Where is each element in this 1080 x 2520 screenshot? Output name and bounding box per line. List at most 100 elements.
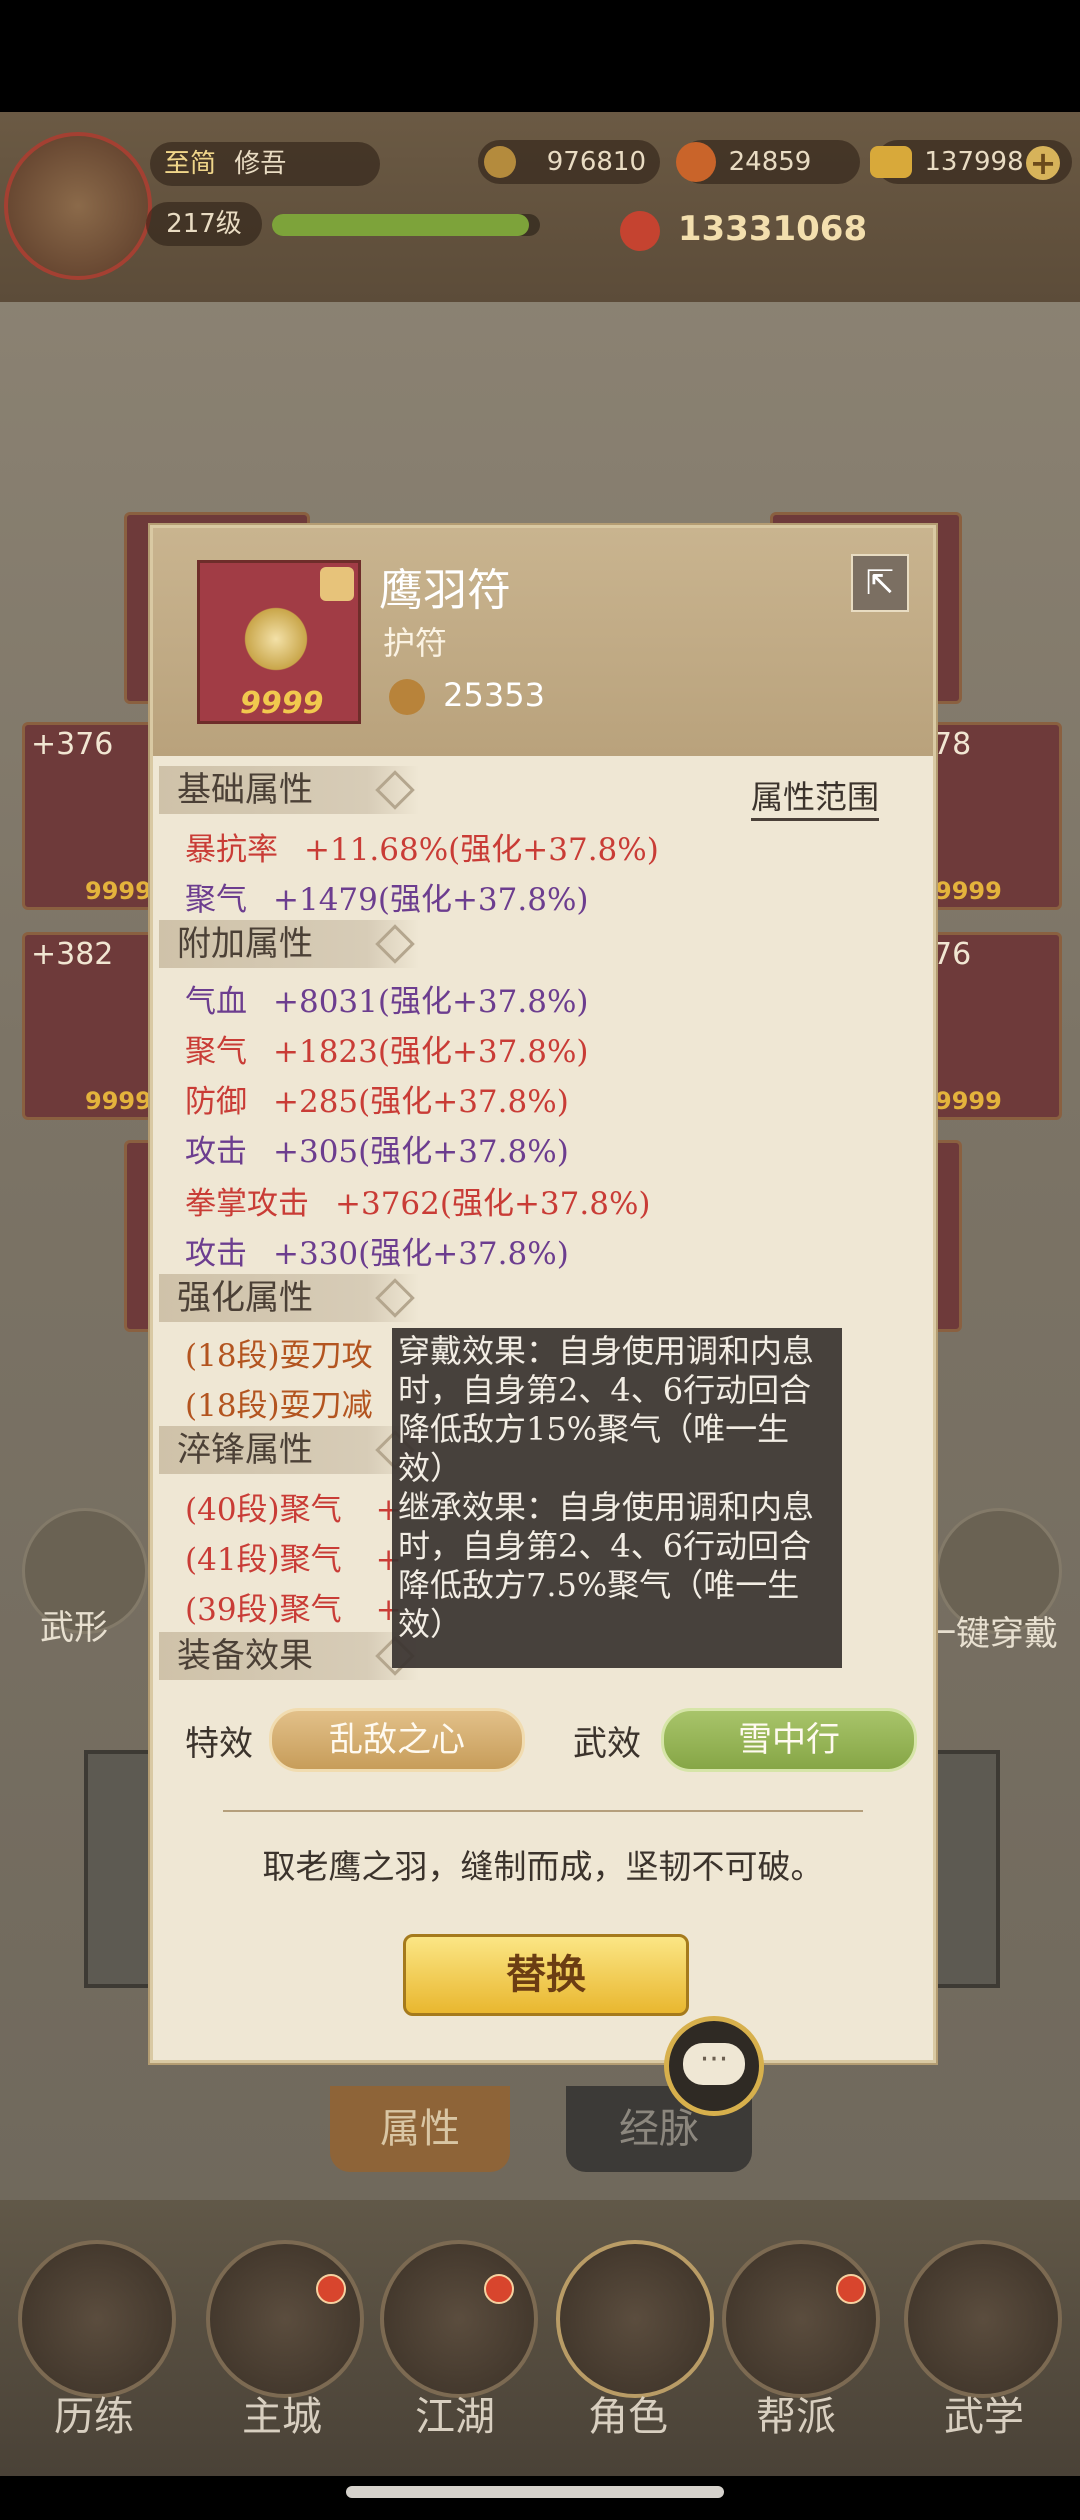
item-detail-modal: 9999 鹰羽符 护符 25353 ⇱ 基础属性 属性范围 暴抗率 +11.68%…: [150, 525, 936, 2063]
combat-power: 13331068: [620, 204, 867, 254]
extra-stat-row: 攻击 +305(强化+37.8%): [185, 1126, 569, 1171]
exp-bar-fill: [272, 214, 530, 236]
stat-name: (41段)聚气: [185, 1542, 342, 1578]
slot-count: 9999: [85, 1087, 152, 1115]
item-description: 取老鹰之羽，缝制而成，坚韧不可破。: [262, 1847, 824, 1886]
slot-level: 76: [933, 937, 972, 972]
equip-slot[interactable]: +382 9999: [22, 932, 156, 1120]
stat-name: 气血: [185, 984, 247, 1020]
stat-value: +1823(强化+37.8%): [273, 1034, 589, 1070]
stat-name: 聚气: [185, 882, 247, 918]
chat-button[interactable]: ···: [664, 2016, 764, 2116]
slot-count: 9999: [935, 1087, 1002, 1115]
nav-guild-button[interactable]: [722, 2240, 880, 2398]
item-name: 鹰羽符: [379, 565, 511, 616]
top-bar: 至简 修吾 217级 976810 24859 137998 + 1333106…: [0, 112, 1080, 302]
home-indicator: [346, 2486, 724, 2498]
slot-level: 78: [933, 727, 972, 762]
player-tag: 至简: [164, 149, 217, 179]
slot-count: 9999: [85, 877, 152, 905]
stat-value: +11.68%(强化+37.8%): [304, 832, 659, 868]
tab-meridians-label: 经脉: [619, 2106, 699, 2152]
quench-stat-row: (41段)聚气 +: [185, 1534, 402, 1579]
nav-character-button[interactable]: [556, 2240, 714, 2398]
nav-guild-label: 帮派: [756, 2394, 836, 2440]
level-badge: 217级: [146, 202, 262, 246]
item-type: 护符: [383, 624, 448, 662]
nav-martial-arts-button[interactable]: [904, 2240, 1062, 2398]
stat-name: 暴抗率: [185, 832, 278, 868]
feather-talisman-icon: [240, 603, 312, 675]
jade-icon: [676, 142, 716, 182]
tab-attributes[interactable]: 属性: [330, 2086, 510, 2172]
quench-attributes-header: 淬锋属性: [159, 1426, 419, 1474]
item-power-value: 25353: [443, 676, 545, 714]
power-icon: [620, 210, 660, 251]
tab-attributes-label: 属性: [380, 2106, 460, 2152]
enhance-attributes-header: 强化属性: [159, 1274, 419, 1322]
item-header: 9999 鹰羽符 护符 25353 ⇱: [153, 528, 933, 756]
martial-effect-label: 武效: [573, 1724, 641, 1764]
stat-value: +3762(强化+37.8%): [335, 1186, 651, 1222]
quench-stat-row: (39段)聚气 +: [185, 1584, 402, 1629]
notification-dot: [316, 2274, 346, 2304]
enhance-stat-row: (18段)耍刀攻: [185, 1338, 373, 1374]
nav-city-button[interactable]: [206, 2240, 364, 2398]
stat-name: 防御: [185, 1084, 247, 1120]
base-attributes-header: 基础属性: [159, 766, 419, 814]
quench-stat-row: (40段)聚气 +: [185, 1484, 402, 1529]
equip-slot[interactable]: +376 9999: [22, 722, 156, 910]
equip-slot[interactable]: 78 9999: [926, 722, 1062, 910]
martial-form-label: 武形: [40, 1608, 108, 1648]
effect-tooltip: 穿戴效果：自身使用调和内息时，自身第2、4、6行动回合降低敌方15%聚气（唯一生…: [392, 1328, 842, 1668]
extra-stat-row: 拳掌攻击 +3762(强化+37.8%): [185, 1178, 651, 1223]
replace-button[interactable]: 替换: [403, 1934, 689, 2016]
chat-bubble-icon: ···: [683, 2043, 745, 2085]
equip-effects-header: 装备效果: [159, 1632, 419, 1680]
equip-slot[interactable]: 76 9999: [926, 932, 1062, 1120]
stat-name: 攻击: [185, 1236, 247, 1272]
extra-stat-row: 攻击 +330(强化+37.8%): [185, 1228, 569, 1273]
item-count: 9999: [240, 686, 324, 721]
divider: [223, 1810, 863, 1812]
stat-value: +330(强化+37.8%): [273, 1236, 569, 1272]
player-name: 修吾: [234, 149, 287, 179]
stat-name: (40段)聚气: [185, 1492, 342, 1528]
item-icon: 9999: [197, 560, 361, 724]
nav-city-label: 主城: [242, 2394, 322, 2440]
martial-effect-tag[interactable]: 雪中行: [661, 1708, 917, 1772]
item-power: 25353: [389, 676, 545, 715]
extra-stat-row: 气血 +8031(强化+37.8%): [185, 976, 589, 1021]
base-stat-row: 聚气 +1479(强化+37.8%): [185, 874, 589, 919]
replace-button-label: 替换: [506, 1951, 586, 1998]
nav-character-label: 角色: [588, 2394, 668, 2440]
extra-attributes-header: 附加属性: [159, 920, 419, 968]
wear-effect-text: 穿戴效果：自身使用调和内息时，自身第2、4、6行动回合降低敌方15%聚气（唯一生…: [398, 1332, 815, 1487]
attribute-range-link[interactable]: 属性范围: [751, 772, 880, 821]
avatar[interactable]: [4, 132, 152, 280]
power-value: 13331068: [677, 209, 868, 249]
stat-value: +305(强化+37.8%): [273, 1134, 569, 1170]
stat-value: +8031(强化+37.8%): [273, 984, 589, 1020]
enhance-stat-row: (18段)耍刀减: [185, 1388, 373, 1424]
nav-jianghu-button[interactable]: [380, 2240, 538, 2398]
add-gold-icon[interactable]: +: [1026, 146, 1060, 180]
exp-bar: [272, 214, 540, 236]
coin-icon: [484, 146, 516, 178]
item-quality-icon: [320, 567, 354, 601]
nav-training-button[interactable]: [18, 2240, 176, 2398]
stat-name: (39段)聚气: [185, 1592, 342, 1628]
nav-martial-arts-label: 武学: [944, 2394, 1024, 2440]
nav-training-label: 历练: [54, 2394, 134, 2440]
gold-ingot-icon: [870, 146, 912, 178]
share-button[interactable]: ⇱: [851, 554, 909, 612]
base-stat-row: 暴抗率 +11.68%(强化+37.8%): [185, 824, 659, 869]
extra-stat-row: 防御 +285(强化+37.8%): [185, 1076, 569, 1121]
quick-equip-label: 一键穿戴: [922, 1614, 1058, 1654]
inherit-effect-text: 继承效果：自身使用调和内息时，自身第2、4、6行动回合降低敌方7.5%聚气（唯一…: [398, 1488, 815, 1643]
slot-level: +382: [31, 937, 114, 972]
special-effect-tag[interactable]: 乱敌之心: [269, 1708, 525, 1772]
stat-value: +1479(强化+37.8%): [273, 882, 589, 918]
gold-value: 137998: [924, 147, 1024, 177]
jade-value: 24859: [728, 147, 812, 177]
